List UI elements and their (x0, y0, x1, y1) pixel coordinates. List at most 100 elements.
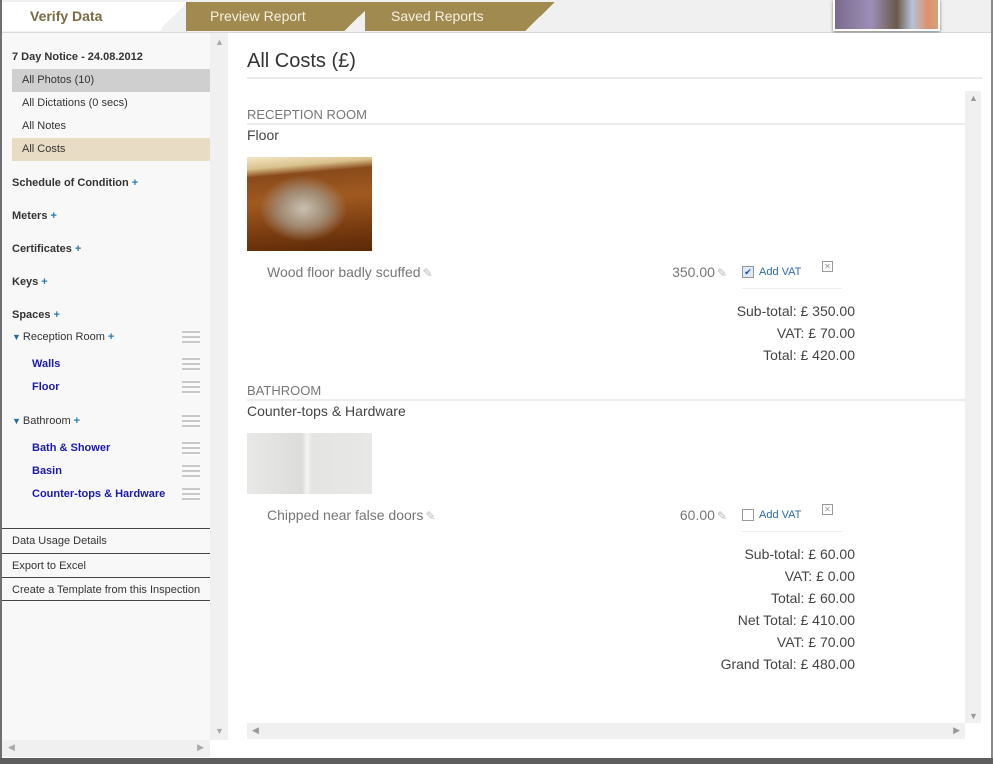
item-divider (742, 531, 842, 532)
scroll-up-icon[interactable]: ▲ (215, 37, 224, 47)
tab-verify-data-edge (158, 2, 188, 31)
section-certificates[interactable]: Certificates + (12, 243, 81, 255)
description-text: Wood floor badly scuffed (267, 264, 421, 280)
costs-list: RECEPTION ROOM Floor Wood floor badly sc… (247, 91, 965, 723)
section-label: Certificates (12, 243, 72, 255)
description-text: Chipped near false doors (267, 507, 424, 523)
wood-floor-photo[interactable] (247, 157, 372, 251)
add-icon[interactable]: + (108, 331, 114, 343)
scroll-up-icon[interactable]: ▲ (969, 93, 978, 103)
window-frame-bottom (0, 758, 993, 764)
scroll-right-icon[interactable]: ▶ (953, 725, 960, 736)
room-label: Reception Room (22, 331, 105, 343)
section-label: Spaces (12, 309, 51, 321)
room-label: Bathroom (22, 415, 71, 427)
counter-doors-photo[interactable] (247, 433, 372, 494)
space-heading: Floor (247, 127, 279, 143)
cost-item-amount[interactable]: 60.00 ✎ (647, 507, 727, 523)
drag-handle-icon[interactable] (182, 380, 200, 395)
tab-preview-report[interactable]: Preview Report (186, 2, 344, 31)
subtotal: Sub-total: £ 350.00 (736, 303, 855, 319)
space-counter-tops-hardware[interactable]: Counter-tops & Hardware (32, 488, 165, 500)
room-heading: RECEPTION ROOM (247, 107, 965, 125)
drag-handle-icon[interactable] (182, 464, 200, 479)
section-meters[interactable]: Meters + (12, 210, 57, 222)
sidebar-horizontal-scrollbar[interactable]: ◀ ▶ (2, 740, 210, 757)
section-keys[interactable]: Keys + (12, 276, 48, 288)
cost-item-description[interactable]: Chipped near false doors ✎ (267, 507, 436, 523)
link-data-usage-details[interactable]: Data Usage Details (2, 528, 210, 552)
link-create-template[interactable]: Create a Template from this Inspection (2, 577, 210, 601)
scroll-left-icon[interactable]: ◀ (8, 742, 15, 753)
cost-item-description[interactable]: Wood floor badly scuffed ✎ (267, 264, 433, 280)
content-horizontal-scrollbar[interactable]: ◀ ▶ (247, 723, 965, 739)
item-divider (742, 288, 842, 289)
page-title: All Costs (£) (247, 50, 356, 72)
add-icon[interactable]: + (50, 210, 56, 222)
add-icon[interactable]: + (54, 309, 60, 321)
sidebar: 7 Day Notice - 24.08.2012 All Photos (10… (2, 33, 212, 740)
space-bath-shower[interactable]: Bath & Shower (32, 442, 110, 454)
drag-handle-icon[interactable] (182, 487, 200, 502)
filter-all-dictations[interactable]: All Dictations (0 secs) (12, 92, 210, 115)
property-thumbnail[interactable] (833, 0, 940, 31)
delete-icon[interactable]: ✕ (822, 504, 833, 515)
add-vat-label[interactable]: Add VAT (759, 266, 801, 278)
drag-handle-icon[interactable] (182, 414, 200, 429)
space-floor[interactable]: Floor (32, 381, 60, 393)
add-vat-checkbox[interactable]: ✔ (742, 266, 754, 278)
title-divider (247, 77, 982, 79)
section-label: Schedule of Condition (12, 177, 129, 189)
room-reception-room[interactable]: ▼ Reception Room + (12, 331, 114, 343)
tab-saved-reports-edge (525, 2, 555, 31)
scroll-down-icon[interactable]: ▼ (215, 726, 224, 736)
add-icon[interactable]: + (75, 243, 81, 255)
edit-pencil-icon[interactable]: ✎ (425, 509, 435, 523)
link-export-to-excel[interactable]: Export to Excel (2, 553, 210, 577)
inspection-title: 7 Day Notice - 24.08.2012 (12, 51, 143, 63)
edit-pencil-icon[interactable]: ✎ (717, 266, 727, 280)
room-heading: BATHROOM (247, 383, 965, 401)
filter-all-costs[interactable]: All Costs (12, 138, 210, 161)
scroll-left-icon[interactable]: ◀ (252, 725, 259, 736)
scroll-right-icon[interactable]: ▶ (197, 742, 204, 753)
drag-handle-icon[interactable] (182, 357, 200, 372)
add-icon[interactable]: + (41, 276, 47, 288)
sidebar-vertical-scrollbar[interactable]: ▲ ▼ (210, 33, 228, 740)
content-vertical-scrollbar[interactable]: ▲ ▼ (965, 91, 981, 723)
amount-text: 60.00 (679, 507, 715, 523)
expand-triangle-icon[interactable]: ▼ (12, 332, 21, 342)
add-vat-checkbox[interactable] (742, 509, 754, 521)
add-icon[interactable]: + (132, 177, 138, 189)
space-walls[interactable]: Walls (32, 358, 60, 370)
space-basin[interactable]: Basin (32, 465, 62, 477)
expand-triangle-icon[interactable]: ▼ (12, 416, 21, 426)
section-spaces[interactable]: Spaces + (12, 309, 60, 321)
summary-vat: VAT: £ 70.00 (776, 634, 855, 650)
cost-item-amount[interactable]: 350.00 ✎ (647, 264, 727, 280)
scroll-down-icon[interactable]: ▼ (969, 711, 978, 721)
section-label: Keys (12, 276, 39, 288)
net-total: Net Total: £ 410.00 (737, 612, 855, 628)
add-vat-label[interactable]: Add VAT (759, 509, 801, 521)
main-panel: All Costs (£) RECEPTION ROOM Floor Wood … (228, 33, 991, 758)
tab-verify-data[interactable]: Verify Data (2, 2, 162, 31)
vat-amount: VAT: £ 70.00 (776, 325, 855, 341)
group-total: Total: £ 420.00 (763, 347, 855, 363)
edit-pencil-icon[interactable]: ✎ (423, 266, 433, 280)
grand-total: Grand Total: £ 480.00 (720, 656, 855, 672)
add-icon[interactable]: + (74, 415, 80, 427)
filter-all-photos[interactable]: All Photos (10) (12, 69, 210, 92)
group-total: Total: £ 60.00 (770, 590, 855, 606)
section-schedule-of-condition[interactable]: Schedule of Condition + (12, 177, 138, 189)
tab-saved-reports[interactable]: Saved Reports (365, 2, 525, 31)
section-label: Meters (12, 210, 48, 222)
delete-icon[interactable]: ✕ (822, 261, 833, 272)
filter-all-notes[interactable]: All Notes (12, 115, 210, 138)
amount-text: 350.00 (672, 264, 715, 280)
drag-handle-icon[interactable] (182, 441, 200, 456)
room-bathroom[interactable]: ▼ Bathroom + (12, 415, 80, 427)
vat-amount: VAT: £ 0.00 (784, 568, 855, 584)
edit-pencil-icon[interactable]: ✎ (717, 509, 727, 523)
drag-handle-icon[interactable] (182, 330, 200, 345)
